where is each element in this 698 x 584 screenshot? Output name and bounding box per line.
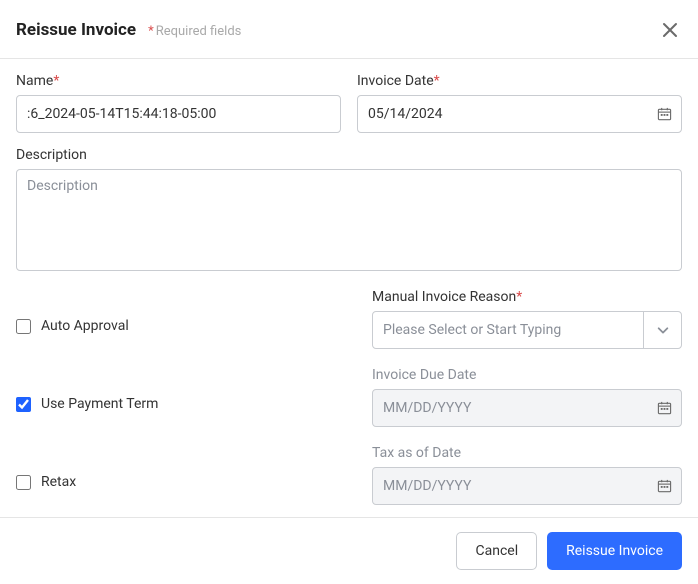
retax-checkbox[interactable] [16, 475, 31, 490]
required-hint: *Required fields [148, 24, 241, 39]
manual-invoice-reason-select[interactable]: Please Select or Start Typing [372, 311, 682, 349]
tax-as-of-date-label: Tax as of Date [372, 445, 682, 461]
modal-footer: Cancel Reissue Invoice [0, 517, 698, 584]
invoice-date-label-text: Invoice Date [357, 73, 434, 89]
invoice-due-date-label: Invoice Due Date [372, 367, 682, 383]
invoice-date-label: Invoice Date* [357, 73, 682, 89]
cancel-button[interactable]: Cancel [456, 532, 537, 570]
close-icon [662, 26, 678, 41]
use-payment-term-label: Use Payment Term [41, 396, 158, 412]
description-label: Description [16, 147, 682, 163]
tax-as-of-date-input [372, 467, 682, 505]
reissue-invoice-button[interactable]: Reissue Invoice [547, 532, 682, 570]
name-label-text: Name [16, 73, 53, 89]
modal-body: Name* Invoice Date* Description Auto App… [0, 59, 698, 505]
modal-title: Reissue Invoice [16, 20, 136, 40]
name-input[interactable] [16, 95, 341, 133]
retax-label: Retax [41, 474, 76, 490]
close-button[interactable] [658, 18, 682, 42]
required-hint-text: Required fields [156, 24, 242, 39]
manual-invoice-reason-placeholder: Please Select or Start Typing [373, 312, 643, 348]
name-label: Name* [16, 73, 341, 89]
invoice-due-date-input [372, 389, 682, 427]
invoice-date-input[interactable] [357, 95, 682, 133]
modal-header: Reissue Invoice *Required fields [0, 0, 698, 59]
description-input[interactable] [16, 169, 682, 271]
auto-approval-label: Auto Approval [41, 318, 129, 334]
auto-approval-checkbox[interactable] [16, 319, 31, 334]
manual-invoice-reason-label-text: Manual Invoice Reason [372, 289, 516, 305]
manual-invoice-reason-label: Manual Invoice Reason* [372, 289, 682, 305]
use-payment-term-checkbox[interactable] [16, 397, 31, 412]
chevron-down-icon [643, 312, 681, 348]
